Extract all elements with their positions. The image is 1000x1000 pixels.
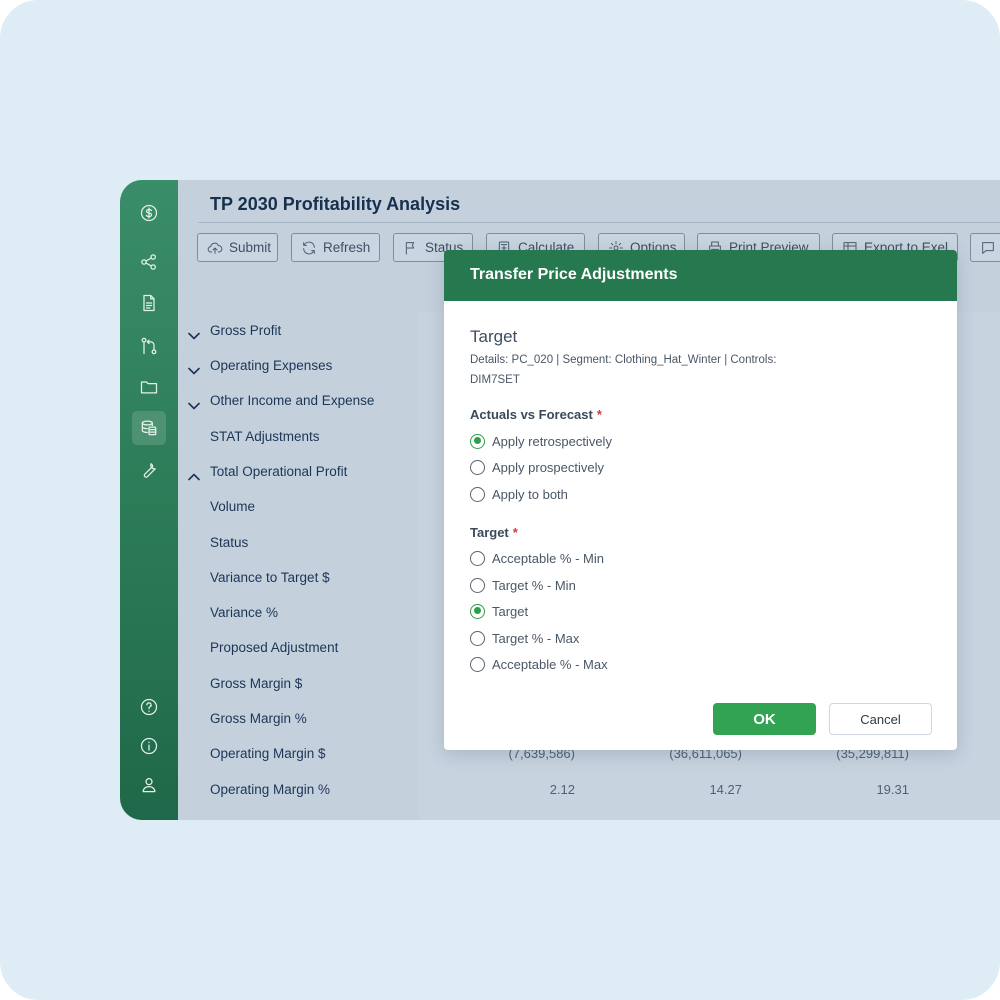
cancel-button[interactable]: Cancel [829,703,932,735]
radio-label: Acceptable % - Min [492,550,604,566]
title-divider [198,222,1000,223]
workflow-icon[interactable] [132,329,166,363]
submit-label: Submit [229,240,272,255]
table-cell: 14.27 [709,782,742,797]
row-variance-pct: Variance % [210,605,279,620]
target-group-label: Target * [470,525,518,540]
radio-checked[interactable] [470,603,485,619]
modal-details: Details: PC_020 | Segment: Clothing_Hat_… [470,354,777,386]
modal-header: Transfer Price Adjustments [444,250,957,301]
chevron-down-icon[interactable] [188,362,200,375]
ok-button[interactable]: OK [713,703,816,735]
row-gross-profit[interactable]: Gross Profit [210,323,281,338]
document-icon[interactable] [132,286,166,320]
radio-label: Target % - Min [492,577,576,593]
modal-section-title: Target [470,327,518,346]
radio-unchecked[interactable] [470,577,485,593]
row-stat-adjustments[interactable]: STAT Adjustments [210,429,320,444]
refresh-label: Refresh [323,240,371,255]
sidebar [120,180,178,820]
required-marker: * [596,407,602,422]
radio-apply-retrospectively[interactable]: Apply retrospectively [470,432,612,450]
row-status: Status [210,535,249,550]
row-volume: Volume [210,499,256,514]
actuals-vs-forecast-label: Actuals vs Forecast * [470,407,602,422]
comment-button[interactable] [970,233,1000,262]
radio-unchecked[interactable] [470,630,485,646]
chevron-up-icon[interactable] [188,468,200,481]
chevron-down-icon[interactable] [188,327,200,340]
required-marker: * [512,525,518,540]
refresh-button[interactable]: Refresh [291,233,380,262]
radio-unchecked[interactable] [470,486,485,502]
radio-target[interactable]: Target [470,602,528,620]
page-title: TP 2030 Profitability Analysis [210,194,461,214]
folder-icon[interactable] [132,370,166,404]
share-icon[interactable] [132,245,166,279]
row-proposed-adjustment: Proposed Adjustment [210,640,339,655]
row-total-operational-profit[interactable]: Total Operational Profit [210,464,347,479]
refresh-icon [303,241,315,254]
table-cell: 2.12 [549,782,575,797]
radio-label: Apply prospectively [492,459,604,475]
row-variance-target: Variance to Target $ [210,570,330,585]
radio-label: Apply to both [492,486,568,502]
radio-label: Target [492,603,529,619]
radio-apply-to-both[interactable]: Apply to both [470,485,568,503]
wrench-icon[interactable] [132,453,166,487]
row-operating-expenses[interactable]: Operating Expenses [210,358,332,373]
modal-title: Transfer Price Adjustments [470,266,678,283]
row-gross-margin-pct: Gross Margin % [210,711,307,726]
comment-icon [982,241,994,254]
row-other-income[interactable]: Other Income and Expense [210,393,374,408]
submit-button[interactable]: Submit [197,233,278,262]
radio-acceptable-max[interactable]: Acceptable % - Max [470,655,608,673]
radio-label: Target % - Max [492,630,580,646]
background-frame: TP 2030 Profitability Analysis Submit Re… [0,0,1000,1000]
radio-target-max[interactable]: Target % - Max [470,629,579,647]
table-cell: 19.31 [876,782,909,797]
info-icon[interactable] [132,729,166,763]
radio-unchecked[interactable] [470,459,485,475]
radio-acceptable-min[interactable]: Acceptable % - Min [470,549,604,567]
help-icon[interactable] [132,690,166,724]
user-icon[interactable] [132,768,166,802]
target-group-text: Target [470,525,509,540]
actuals-vs-forecast-text: Actuals vs Forecast [470,407,593,422]
flag-icon [405,241,415,254]
row-gross-margin-dollar: Gross Margin $ [210,676,303,691]
cloud-upload-icon [207,242,223,254]
radio-label: Apply retrospectively [492,433,612,449]
transfer-price-modal: Transfer Price Adjustments Target Detail… [444,250,957,750]
radio-unchecked[interactable] [470,550,485,566]
row-operating-margin-dollar: Operating Margin $ [210,746,326,761]
radio-unchecked[interactable] [470,656,485,672]
radio-apply-prospectively[interactable]: Apply prospectively [470,458,604,476]
radio-checked[interactable] [470,433,485,449]
dollar-icon[interactable] [132,196,166,230]
row-operating-margin-pct: Operating Margin % [210,782,331,797]
database-icon[interactable] [132,411,166,445]
radio-label: Acceptable % - Max [492,656,608,672]
chevron-down-icon[interactable] [188,397,200,410]
radio-target-min[interactable]: Target % - Min [470,576,576,594]
